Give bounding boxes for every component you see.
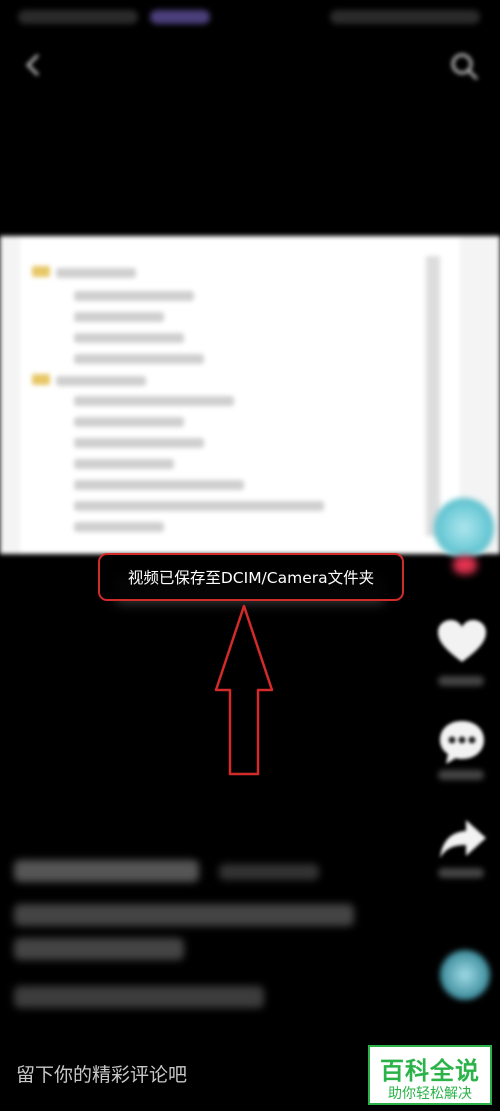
like-count: [438, 676, 484, 686]
tree-row: [74, 417, 184, 427]
tree-row: [56, 376, 146, 386]
comment-count: [438, 770, 484, 780]
share-arrow-icon[interactable]: [436, 816, 488, 864]
search-icon[interactable]: [448, 50, 480, 82]
comment-bubble-icon[interactable]: [436, 718, 488, 766]
watermark-title: 百科全说: [380, 1057, 480, 1085]
status-bar: [0, 0, 500, 34]
toast-message: 视频已保存至DCIM/Camera文件夹: [127, 569, 375, 587]
share-count: [438, 868, 484, 878]
tree-row: [74, 354, 204, 364]
status-icons-left: [18, 10, 138, 24]
saved-toast: 视频已保存至DCIM/Camera文件夹: [98, 553, 404, 601]
back-arrow-icon[interactable]: [18, 50, 48, 80]
follow-button[interactable]: [453, 556, 477, 574]
music-title: [14, 986, 264, 1008]
description-line: [14, 904, 354, 926]
folder-icon: [32, 266, 50, 277]
tree-row: [74, 396, 234, 406]
comment-input[interactable]: 留下你的精彩评论吧: [16, 1060, 187, 1087]
tree-row: [74, 480, 244, 490]
tree-row: [56, 268, 136, 278]
watermark-logo: 百科全说 助你轻松解决: [368, 1045, 492, 1105]
author-name: [14, 860, 199, 882]
tree-row: [74, 291, 194, 301]
heart-icon[interactable]: [436, 618, 488, 666]
tree-row: [74, 522, 164, 532]
watermark-subtitle: 助你轻松解决: [388, 1086, 472, 1102]
tree-row: [74, 501, 324, 511]
status-indicator: [150, 10, 210, 24]
tree-row: [74, 312, 164, 322]
tree-row: [74, 459, 174, 469]
author-avatar[interactable]: [434, 498, 494, 558]
description-line: [14, 938, 184, 960]
annotation-up-arrow: [214, 604, 274, 776]
music-disc-icon[interactable]: [440, 950, 490, 1000]
status-icons-right: [330, 10, 480, 24]
tree-row: [74, 438, 204, 448]
action-sidebar: [420, 490, 500, 1050]
tree-row: [74, 333, 184, 343]
video-info-blurred: [14, 852, 384, 1022]
post-time: [219, 864, 319, 880]
video-content-explorer: [20, 236, 460, 554]
folder-icon: [32, 374, 50, 385]
